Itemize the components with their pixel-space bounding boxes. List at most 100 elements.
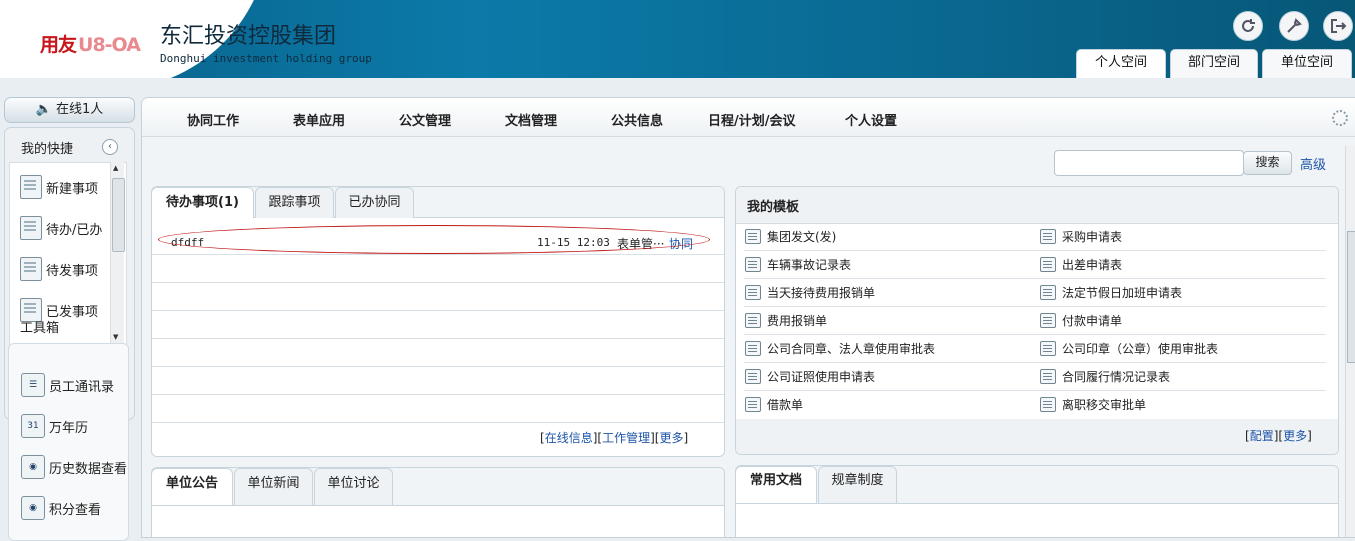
- points-icon: ◉: [21, 496, 45, 520]
- template-item[interactable]: 车辆事故记录表: [745, 251, 851, 278]
- tab-regulations[interactable]: 规章制度: [818, 466, 897, 503]
- tool-calendar[interactable]: 31 万年历: [21, 413, 88, 439]
- form-icon: [745, 285, 761, 300]
- template-item[interactable]: 法定节假日加班申请表: [1040, 279, 1182, 306]
- pending-document-icon: [20, 257, 42, 281]
- quick-item-label: 待办/已办: [46, 222, 103, 238]
- template-item[interactable]: 公司合同章、法人章使用审批表: [745, 335, 935, 362]
- pending-footer-links: [在线信息][工作管理][更多]: [540, 429, 688, 446]
- tool-points[interactable]: ◉ 积分查看: [21, 495, 101, 521]
- template-label: 车辆事故记录表: [767, 258, 852, 272]
- tab-done[interactable]: 已办协同: [335, 187, 414, 218]
- template-item[interactable]: 付款申请单: [1040, 307, 1122, 334]
- app-header: 用友 U8-OA 东汇投资控股集团 Donghui investment hold…: [0, 0, 1355, 92]
- row-divider: [152, 254, 724, 255]
- quick-item-pending-send[interactable]: 待发事项: [20, 256, 98, 282]
- menu-document-management[interactable]: 文档管理: [505, 110, 557, 129]
- templates-header: [736, 187, 1338, 224]
- refresh-icon[interactable]: [1233, 11, 1263, 41]
- tab-unit-discussion[interactable]: 单位讨论: [314, 468, 393, 505]
- menu-public-info[interactable]: 公共信息: [611, 110, 663, 129]
- pending-items-panel: 待办事项(1) 跟踪事项 已办协同 dfdff 11-15 12:03 表单管·…: [151, 186, 725, 457]
- tab-unit-news[interactable]: 单位新闻: [234, 468, 313, 505]
- configure-link[interactable]: 配置: [1250, 429, 1274, 443]
- more-link[interactable]: 更多: [659, 431, 683, 445]
- online-info-link[interactable]: 在线信息: [545, 431, 593, 445]
- highlight-ellipse: [158, 225, 710, 254]
- template-item[interactable]: 集团发文(发): [745, 223, 836, 250]
- menu-official-docs[interactable]: 公文管理: [399, 110, 451, 129]
- bracket: ]: [683, 431, 689, 445]
- menu-personal-settings[interactable]: 个人设置: [845, 110, 897, 129]
- menu-form-app[interactable]: 表单应用: [293, 110, 345, 129]
- template-item[interactable]: 费用报销单: [745, 307, 827, 334]
- tab-unit-space[interactable]: 单位空间: [1262, 49, 1352, 78]
- scrollbar-thumb[interactable]: [1347, 231, 1355, 363]
- history-icon: ◉: [21, 455, 45, 479]
- tab-department-space[interactable]: 部门空间: [1170, 49, 1258, 78]
- more-link[interactable]: 更多: [1283, 429, 1307, 443]
- tab-common-documents[interactable]: 常用文档: [735, 466, 817, 503]
- form-icon: [1040, 369, 1056, 384]
- bracket: ]: [1307, 429, 1312, 443]
- template-label: 法定节假日加班申请表: [1062, 286, 1183, 300]
- template-item[interactable]: 采购申请表: [1040, 223, 1122, 250]
- template-item[interactable]: 当天接待费用报销单: [745, 279, 875, 306]
- bracket: ][: [592, 431, 603, 445]
- collapse-icon[interactable]: ‹: [102, 139, 118, 155]
- template-label: 借款单: [767, 398, 804, 412]
- tool-employee-directory[interactable]: ☰ 员工通讯录: [21, 372, 114, 398]
- template-label: 采购申请表: [1062, 230, 1123, 244]
- tab-tracking[interactable]: 跟踪事项: [255, 187, 334, 218]
- quick-item-label: 新建事项: [46, 181, 99, 197]
- tool-label: 历史数据查看: [49, 461, 128, 477]
- menu-schedule[interactable]: 日程/计划/会议: [708, 110, 796, 129]
- template-item[interactable]: 借款单: [745, 391, 803, 418]
- template-item[interactable]: 出差申请表: [1040, 251, 1122, 278]
- tool-label: 员工通讯录: [49, 379, 115, 395]
- speaker-icon: 🔈: [35, 102, 52, 117]
- quick-links-scrollbar[interactable]: ▲ ▼: [110, 162, 125, 345]
- form-icon: [745, 313, 761, 328]
- contacts-icon: ☰: [21, 373, 45, 397]
- gear-icon[interactable]: [1332, 110, 1348, 126]
- quick-links-title: 我的快捷: [21, 142, 74, 157]
- toolbox-title: 工具箱: [20, 321, 60, 336]
- template-label: 当天接待费用报销单: [767, 286, 876, 300]
- row-divider: [744, 306, 1326, 307]
- menu-collaboration[interactable]: 协同工作: [187, 110, 239, 129]
- tab-unit-announcement[interactable]: 单位公告: [151, 468, 233, 505]
- template-item[interactable]: 公司印章（公章）使用审批表: [1040, 335, 1218, 362]
- toolbox-panel: ☰ 员工通讯录 31 万年历 ◉ 历史数据查看 ◉ 积分查看: [8, 343, 129, 541]
- scroll-up-icon[interactable]: ▲: [113, 164, 118, 172]
- template-item[interactable]: 离职移交审批单: [1040, 391, 1146, 418]
- my-templates-panel: 我的模板 集团发文(发) 采购申请表 车辆事故记录表 出差申请表 当天接待费用报…: [735, 186, 1339, 455]
- tab-pending[interactable]: 待办事项(1): [151, 187, 254, 218]
- template-item[interactable]: 合同履行情况记录表: [1040, 363, 1170, 390]
- search-button[interactable]: 搜索: [1243, 151, 1292, 175]
- tab-personal-space[interactable]: 个人空间: [1076, 49, 1166, 78]
- scrollbar-thumb[interactable]: [112, 178, 125, 252]
- row-divider: [152, 422, 724, 423]
- search-input[interactable]: [1054, 150, 1244, 176]
- row-divider: [152, 366, 724, 367]
- quick-item-todo[interactable]: 待办/已办: [20, 215, 102, 241]
- online-users-button[interactable]: 🔈 在线1人: [4, 97, 135, 123]
- left-sidebar: 🔈 在线1人 我的快捷 ‹ 新建事项 待办/已办 待发事项 已发事项 ▲ ▼ 工…: [4, 97, 135, 541]
- main-scrollbar[interactable]: [1345, 146, 1355, 537]
- scroll-down-icon[interactable]: ▼: [113, 333, 118, 341]
- yonyou-logo: 用友 U8-OA: [40, 30, 141, 57]
- form-icon: [745, 257, 761, 272]
- templates-title: 我的模板: [747, 200, 800, 215]
- work-management-link[interactable]: 工作管理: [602, 431, 650, 445]
- advanced-search-link[interactable]: 高级: [1300, 154, 1326, 173]
- logout-icon[interactable]: [1323, 11, 1353, 41]
- form-icon: [1040, 257, 1056, 272]
- tools-icon[interactable]: [1279, 11, 1309, 41]
- template-label: 公司证照使用申请表: [767, 370, 876, 384]
- template-label: 离职移交审批单: [1062, 398, 1147, 412]
- quick-item-new[interactable]: 新建事项: [20, 174, 98, 200]
- form-icon: [1040, 341, 1056, 356]
- tool-history-data[interactable]: ◉ 历史数据查看: [21, 454, 127, 480]
- template-item[interactable]: 公司证照使用申请表: [745, 363, 875, 390]
